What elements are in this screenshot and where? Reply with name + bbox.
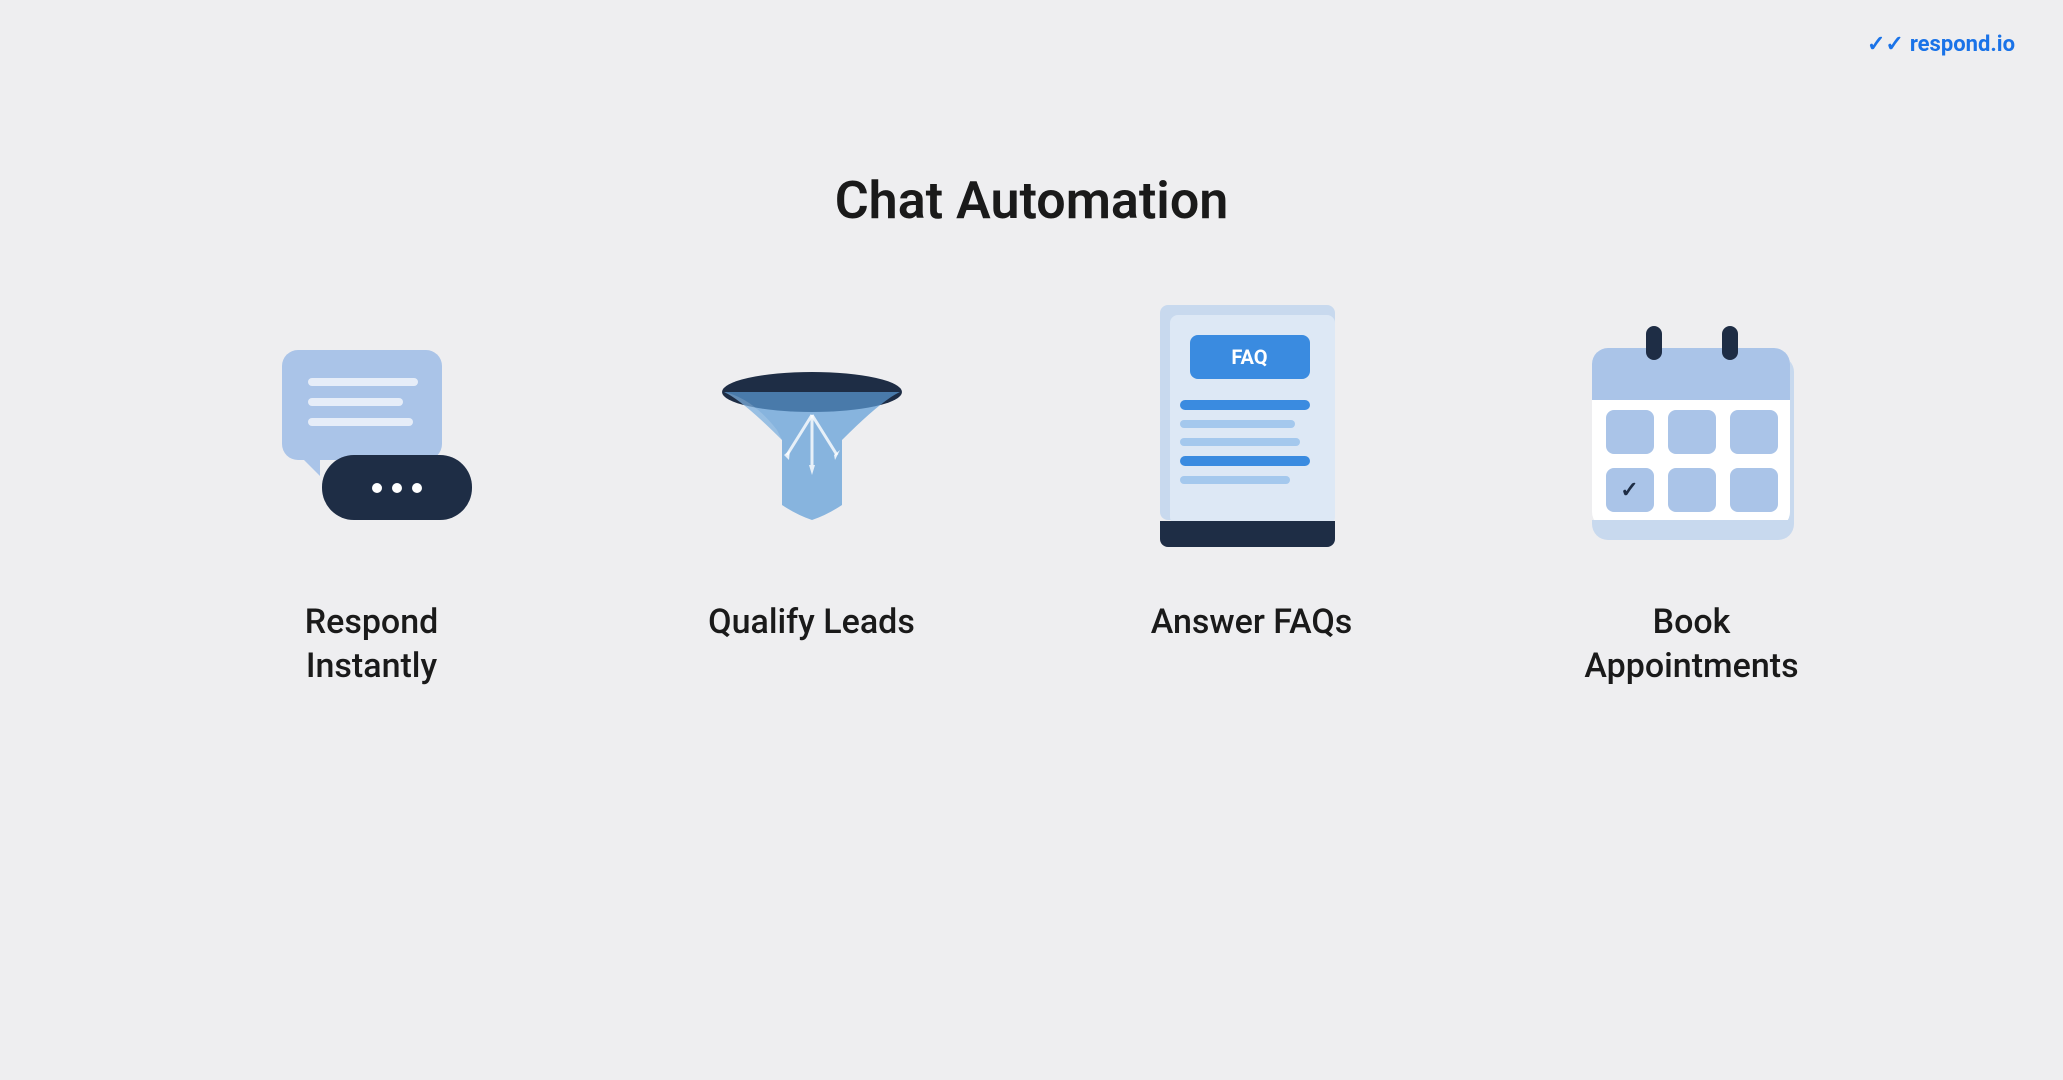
faq-line-3 (1180, 438, 1300, 446)
faq-line-2 (1180, 420, 1295, 428)
bubble-line-3 (308, 418, 413, 426)
faq-bottom-bar (1160, 521, 1335, 547)
cal-pin-left (1646, 326, 1662, 360)
qualify-leads-icon (682, 300, 942, 560)
qualify-leads-label: Qualify Leads (708, 600, 915, 644)
cal-footer (1592, 520, 1790, 540)
cal-checkmark: ✓ (1620, 478, 1638, 503)
cards-container: RespondInstantly (0, 300, 2063, 688)
typing-dot-3 (412, 483, 422, 493)
cal-pin-right (1722, 326, 1738, 360)
logo: ✓✓ respond.io (1867, 32, 2015, 57)
faq-line-5 (1180, 476, 1290, 484)
bubble-line-2 (308, 398, 403, 406)
typing-dot-1 (372, 483, 382, 493)
typing-dot-2 (392, 483, 402, 493)
logo-text-main: respond (1910, 32, 1991, 57)
bubble-line-1 (308, 378, 418, 386)
faq-line-4 (1180, 456, 1310, 466)
respond-instantly-label: RespondInstantly (305, 600, 439, 688)
answer-faqs-label: Answer FAQs (1151, 600, 1353, 644)
cal-cell-2 (1668, 410, 1716, 454)
chat-bubble-bottom (322, 455, 472, 520)
chat-bubble-top (282, 350, 442, 460)
cal-cell-checked: ✓ (1606, 468, 1654, 512)
answer-faqs-icon: FAQ (1122, 300, 1382, 560)
faq-badge: FAQ (1190, 335, 1310, 379)
faq-badge-text: FAQ (1231, 345, 1267, 369)
cal-cell-1 (1606, 410, 1654, 454)
logo-text: respond.io (1910, 32, 2015, 57)
logo-text-accent: .io (1990, 32, 2015, 57)
funnel-svg (702, 320, 922, 540)
card-respond-instantly: RespondInstantly (212, 300, 532, 688)
cal-cell-3 (1730, 410, 1778, 454)
card-answer-faqs: FAQ Answer FAQs (1092, 300, 1412, 644)
book-appointments-label: BookAppointments (1584, 600, 1798, 688)
page-title: Chat Automation (0, 170, 2063, 231)
card-qualify-leads: Qualify Leads (652, 300, 972, 644)
cal-header (1592, 348, 1790, 400)
card-book-appointments: ✓ BookAppointments (1532, 300, 1852, 688)
cal-grid: ✓ (1606, 410, 1778, 512)
respond-instantly-icon (242, 300, 502, 560)
cal-cell-6 (1730, 468, 1778, 512)
logo-icon: ✓✓ (1867, 32, 1904, 57)
faq-lines (1180, 400, 1310, 484)
faq-line-1 (1180, 400, 1310, 410)
book-appointments-icon: ✓ (1562, 300, 1822, 560)
cal-cell-5 (1668, 468, 1716, 512)
